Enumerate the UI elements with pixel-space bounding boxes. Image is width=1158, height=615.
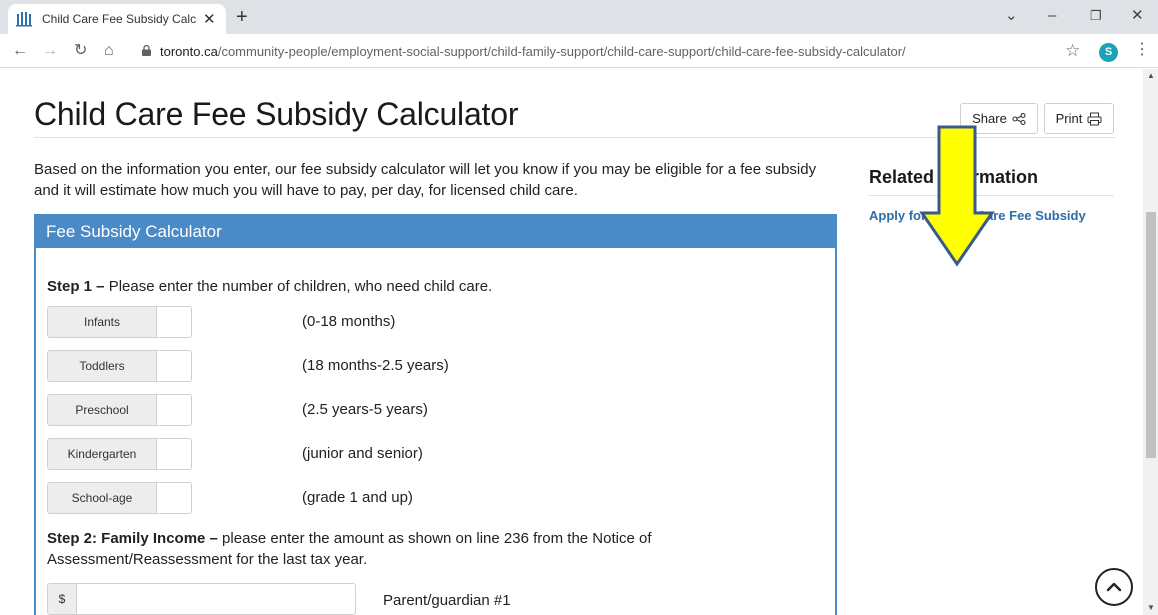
chevron-up-icon [1106,582,1122,592]
intro-paragraph: Based on the information you enter, our … [34,161,817,199]
page-content: Child Care Fee Subsidy Calculator Share … [0,69,1143,615]
browser-menu-icon[interactable]: ⋮ [1134,42,1150,58]
share-icon [1012,112,1026,125]
minimize-window-button[interactable]: – [1048,8,1056,24]
step-1-instructions: Step 1 – Please enter the number of chil… [47,276,492,297]
preschool-row: Preschool (2.5 years-5 years) [47,394,747,426]
url-path: /community-people/employment-social-supp… [217,44,906,59]
step-1-text: Please enter the number of children, who… [104,278,493,295]
toronto-favicon-icon [16,12,32,27]
new-tab-button[interactable]: + [236,7,248,27]
address-bar[interactable]: toronto.ca/community-people/employment-s… [130,37,1090,65]
toddlers-input[interactable] [156,350,192,382]
forward-arrow-icon[interactable]: → [42,43,58,59]
kindergarten-age-range: (junior and senior) [302,445,423,462]
print-button[interactable]: Print [1044,103,1114,134]
url-host: toronto.ca [160,44,218,59]
kindergarten-label: Kindergarten [47,438,157,470]
school-age-label: School-age [47,482,157,514]
close-window-button[interactable]: ✕ [1131,8,1144,24]
step-2-instructions: Step 2: Family Income – please enter the… [47,528,747,570]
lock-icon [142,45,151,56]
parent-1-income-input[interactable] [76,583,356,615]
kindergarten-row: Kindergarten (junior and senior) [47,438,747,470]
profile-avatar[interactable]: S [1099,43,1118,62]
restore-window-button[interactable]: ❐ [1090,8,1102,24]
tab-title: Child Care Fee Subsidy Calculator [42,12,197,26]
scroll-up-arrow-icon[interactable]: ▲ [1147,71,1155,80]
school-age-input[interactable] [156,482,192,514]
browser-tab[interactable]: Child Care Fee Subsidy Calculator ✕ [8,4,226,34]
page-scrollbar[interactable]: ▲ ▼ [1143,69,1158,615]
preschool-input[interactable] [156,394,192,426]
print-label: Print [1055,111,1083,126]
share-label: Share [972,111,1007,126]
browser-tab-bar: Child Care Fee Subsidy Calculator ✕ + ⌄ … [0,0,1158,34]
url-text: toronto.ca/community-people/employment-s… [160,44,906,59]
bookmark-star-icon[interactable]: ☆ [1065,41,1080,61]
reload-icon[interactable]: ↻ [74,43,87,59]
home-icon[interactable]: ⌂ [104,43,114,59]
infants-label: Infants [47,306,157,338]
browser-toolbar: ← → ↻ ⌂ toronto.ca/community-people/empl… [0,34,1158,68]
scroll-to-top-button[interactable] [1095,568,1133,606]
toddlers-age-range: (18 months-2.5 years) [302,357,449,374]
tab-close-icon[interactable]: ✕ [203,10,216,28]
step-2-heading: Step 2: Family Income – [47,530,218,547]
step-1-heading: Step 1 – [47,278,105,295]
scrollbar-thumb[interactable] [1146,212,1156,458]
page-title: Child Care Fee Subsidy Calculator [34,96,519,132]
infants-input[interactable] [156,306,192,338]
tab-search-dropdown-icon[interactable]: ⌄ [1005,8,1018,24]
dollar-prefix: $ [47,583,77,615]
calculator-header: Fee Subsidy Calculator [36,214,837,248]
annotation-arrow-icon [919,125,995,267]
infants-row: Infants (0-18 months) [47,306,747,338]
parent-1-income-label: Parent/guardian #1 [383,592,511,609]
preschool-age-range: (2.5 years-5 years) [302,401,428,418]
preschool-label: Preschool [47,394,157,426]
school-age-row: School-age (grade 1 and up) [47,482,747,514]
kindergarten-input[interactable] [156,438,192,470]
toddlers-label: Toddlers [47,350,157,382]
school-age-age-range: (grade 1 and up) [302,489,413,506]
back-arrow-icon[interactable]: ← [12,43,28,59]
parent-1-income-row: $ Parent/guardian #1 [47,583,747,615]
scroll-down-arrow-icon[interactable]: ▼ [1147,603,1155,612]
toddlers-row: Toddlers (18 months-2.5 years) [47,350,747,382]
printer-icon [1087,112,1102,125]
fee-subsidy-calculator-panel: Fee Subsidy Calculator Step 1 – Please e… [34,214,837,615]
infants-age-range: (0-18 months) [302,313,396,330]
